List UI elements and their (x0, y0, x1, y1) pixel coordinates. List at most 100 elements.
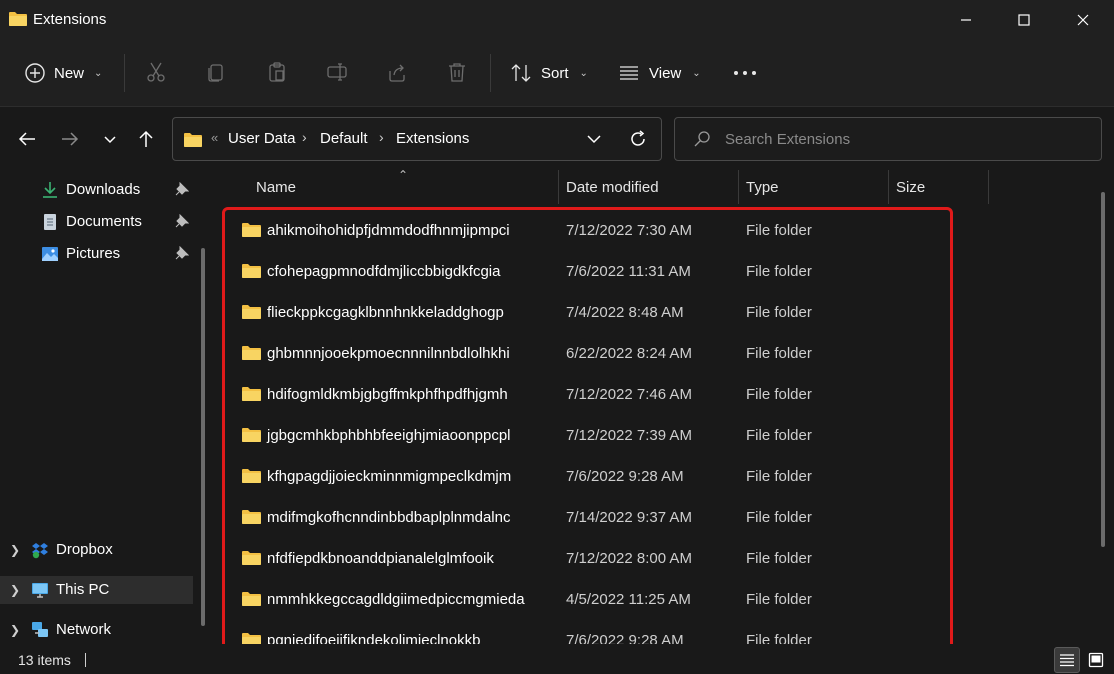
sidebar-item-downloads[interactable]: Downloads (0, 176, 193, 204)
sidebar-scrollbar[interactable] (201, 248, 205, 626)
table-row[interactable]: mdifmgkofhcnndinbbdbaplplnmdalnc 7/14/202… (223, 497, 953, 538)
close-button[interactable] (1054, 0, 1112, 40)
minimize-icon (961, 19, 971, 21)
file-type: File folder (746, 591, 812, 608)
table-row[interactable]: nmmhkkegccagdldgiimedpiccmgmieda 4/5/2022… (223, 579, 953, 620)
download-icon (43, 182, 57, 198)
back-button[interactable] (15, 127, 39, 151)
breadcrumb-user-data[interactable]: User Data (228, 130, 296, 147)
forward-button[interactable] (58, 127, 82, 151)
search-input[interactable]: Search Extensions (674, 117, 1102, 161)
arrow-right-icon (62, 132, 79, 146)
sort-button[interactable]: Sort ⌄ (510, 60, 588, 86)
file-date-modified: 7/6/2022 11:31 AM (566, 263, 691, 280)
large-icons-view-button[interactable] (1083, 647, 1109, 673)
breadcrumb-extensions[interactable]: Extensions (396, 130, 469, 147)
file-type: File folder (746, 222, 812, 239)
minimize-button[interactable] (937, 0, 995, 40)
sidebar-item-pictures[interactable]: Pictures (0, 240, 193, 268)
table-row[interactable]: ahikmoihohidpfjdmmdodfhnmjipmpci 7/12/202… (223, 210, 953, 251)
document-icon (44, 214, 56, 230)
maximize-icon (1018, 14, 1030, 26)
column-header-type[interactable]: Type (739, 168, 887, 206)
toolbar-divider (490, 54, 491, 92)
status-divider (85, 653, 86, 667)
rename-button[interactable] (325, 60, 349, 84)
new-button[interactable]: New ⌄ (24, 60, 102, 86)
table-row[interactable]: nfdfiepdkbnoanddpianalelglmfooik 7/12/202… (223, 538, 953, 579)
table-row[interactable]: flieckppkcgagklbnnhnkkeladdghogp 7/4/2022… (223, 292, 953, 333)
item-count: 13 items (18, 652, 71, 668)
toolbar-divider (124, 54, 125, 92)
breadcrumb-separator-icon: › (379, 129, 384, 145)
address-bar[interactable]: « User Data › Default › Extensions (172, 117, 662, 161)
folder-icon (242, 387, 261, 401)
details-view-button[interactable] (1054, 647, 1080, 673)
recent-locations-button[interactable] (98, 127, 122, 151)
pin-icon[interactable] (175, 246, 189, 260)
paste-button[interactable] (265, 60, 289, 84)
chevron-right-icon[interactable]: ❯ (10, 543, 20, 557)
table-row[interactable]: jgbgcmhkbphbhbfeeighjmiaoonppcpl 7/12/202… (223, 415, 953, 456)
sidebar-item-label: Network (56, 621, 112, 638)
sidebar-item-documents[interactable]: Documents (0, 208, 193, 236)
column-header-date[interactable]: Date modified (559, 168, 737, 206)
chevron-right-icon[interactable]: ❯ (10, 623, 20, 637)
maximize-button[interactable] (995, 0, 1053, 40)
chevron-right-icon[interactable]: ❯ (10, 583, 20, 597)
pin-icon[interactable] (175, 182, 189, 196)
column-header-size[interactable]: Size (889, 168, 987, 206)
sidebar-item-this-pc[interactable]: ❯ This PC (0, 576, 193, 604)
file-type: File folder (746, 304, 812, 321)
refresh-icon[interactable] (628, 129, 648, 149)
file-date-modified: 6/22/2022 8:24 AM (566, 345, 692, 362)
chevron-down-icon: ⌄ (579, 67, 588, 79)
chevron-down-icon: ⌄ (692, 67, 701, 79)
arrow-left-icon (18, 132, 35, 146)
file-name: mdifmgkofhcnndinbbdbaplplnmdalnc (267, 509, 511, 526)
arrow-up-icon (139, 130, 153, 147)
pin-icon[interactable] (175, 214, 189, 228)
file-date-modified: 4/5/2022 11:25 AM (566, 591, 691, 608)
file-name: nfdfiepdkbnoanddpianalelglmfooik (267, 550, 494, 567)
table-row[interactable]: kfhgpagdjjoieckminnmigmpeclkdmjm 7/6/2022… (223, 456, 953, 497)
trash-icon (449, 63, 465, 82)
table-row[interactable]: cfohepagpmnodfdmjliccbbigdkfcgia 7/6/2022… (223, 251, 953, 292)
file-name: nmmhkkegccagdldgiimedpiccmgmieda (267, 591, 525, 608)
file-list-scrollbar[interactable] (1101, 192, 1105, 547)
search-placeholder: Search Extensions (725, 131, 851, 148)
file-name: kfhgpagdjjoieckminnmigmpeclkdmjm (267, 468, 512, 485)
cut-button[interactable] (144, 60, 168, 84)
copy-button[interactable] (204, 60, 228, 84)
share-button[interactable] (385, 60, 409, 84)
navigation-row: « User Data › Default › Extensions Searc… (0, 106, 1114, 168)
window-title: Extensions (33, 11, 107, 28)
navigation-pane: Downloads Documents Pictures ❯ Dropbox ❯… (0, 168, 215, 644)
sidebar-item-label: Documents (66, 213, 142, 230)
network-icon (32, 622, 48, 637)
file-type: File folder (746, 263, 812, 280)
chevron-down-icon: ⌄ (94, 67, 103, 79)
file-name: ahikmoihohidpfjdmmdodfhnmjipmpci (267, 222, 510, 239)
address-overflow[interactable]: « (211, 130, 218, 145)
column-header-name[interactable]: Name (245, 168, 555, 206)
up-button[interactable] (134, 127, 158, 151)
folder-icon (242, 510, 261, 524)
breadcrumb-default[interactable]: Default (320, 130, 368, 147)
file-date-modified: 7/4/2022 8:48 AM (566, 304, 684, 321)
delete-button[interactable] (445, 60, 469, 84)
sidebar-item-network[interactable]: ❯ Network (0, 616, 193, 644)
share-icon (389, 64, 405, 82)
folder-icon (242, 346, 261, 360)
column-divider[interactable] (988, 170, 989, 204)
view-button[interactable]: View ⌄ (618, 60, 701, 86)
table-row[interactable]: ghbmnnjooekpmoecnnnilnnbdlolhkhi 6/22/202… (223, 333, 953, 374)
more-options-button[interactable] (733, 60, 757, 86)
search-icon (694, 131, 710, 147)
command-bar: New ⌄ Sort ⌄ View ⌄ (0, 40, 1114, 106)
file-name: cfohepagpmnodfdmjliccbbigdkfcgia (267, 263, 501, 280)
file-type: File folder (746, 427, 812, 444)
sidebar-item-dropbox[interactable]: ❯ Dropbox (0, 536, 193, 564)
chevron-down-icon[interactable] (586, 131, 602, 147)
table-row[interactable]: hdifogmldkmbjgbgffmkphfhpdfhjgmh 7/12/202… (223, 374, 953, 415)
